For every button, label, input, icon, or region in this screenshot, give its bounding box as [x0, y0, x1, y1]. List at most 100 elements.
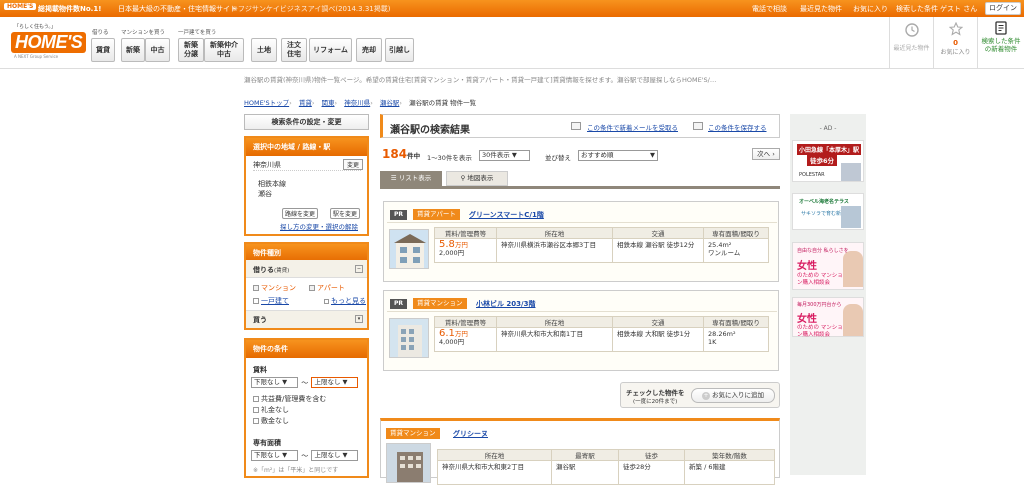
no-deposit-option[interactable]: 礼金なし [253, 405, 289, 415]
type-mansion[interactable]: マンション [253, 283, 296, 293]
nav-rent-button[interactable]: 賃貸 [91, 38, 115, 62]
favorites-button[interactable]: 0 お気に入り [933, 17, 977, 69]
saved-search-new-button[interactable]: 検索した条件の新着物件 [977, 17, 1024, 69]
breadcrumb-kanto[interactable]: 関東 [322, 99, 335, 107]
logo-sub: A NEXT Group Service [14, 54, 59, 59]
col-access: 交通 [612, 316, 704, 328]
breadcrumb-kanagawa[interactable]: 神奈川県 [344, 99, 370, 107]
breadcrumb-seya[interactable]: 瀬谷駅 [380, 99, 400, 107]
topbar-logo[interactable]: HOME'S [4, 3, 37, 10]
rent-category-label: 借りる(賃貸) [253, 266, 290, 274]
address: 神奈川県大和市大和東2丁目 [437, 460, 552, 485]
reset-search-link[interactable]: 探し方の変更・選択の解除 [280, 221, 358, 231]
area-max-select[interactable]: 上限なし ▼ [311, 450, 359, 461]
rent-min-select[interactable]: 下限なし ▼ [251, 377, 298, 388]
property-title-link[interactable]: 小林ビル 203/3階 [476, 299, 535, 309]
rent-max-select[interactable]: 上限なし ▼ [311, 377, 359, 388]
include-fee-option[interactable]: 共益費/管理費を含む [253, 394, 326, 404]
conditions-head: 物件の条件 [246, 340, 367, 358]
col-rent: 賃料/管理費等 [434, 227, 497, 239]
site-logo[interactable]: HOME'S [11, 32, 87, 53]
favorites-count: 0 [953, 39, 958, 47]
breadcrumb-top[interactable]: HOME'Sトップ [244, 99, 289, 107]
property-title-link[interactable]: グリーンスマートC/1階 [469, 210, 544, 220]
ad-title: 女性 [797, 261, 817, 272]
next-page-button[interactable]: 次へ › [752, 148, 780, 160]
nav-label-mansion: マンションを買う [121, 30, 166, 36]
col-area: 専有面積/間取り [703, 316, 769, 328]
nav-reform-button[interactable]: リフォーム [309, 38, 352, 62]
col-address: 所在地 [496, 316, 613, 328]
address: 神奈川県横浜市瀬谷区本郷3丁目 [496, 238, 613, 263]
tab-underline [380, 186, 780, 189]
more-types[interactable]: もっと見る [324, 296, 366, 306]
expand-icon[interactable]: ▾ [355, 315, 363, 323]
station-change-button[interactable]: 駅を変更 [330, 208, 361, 219]
management-fee: 4,000円 [439, 338, 465, 346]
ad-brand: 毎月300万円台から [797, 302, 842, 308]
saved-search-link[interactable]: 検索した条件 [896, 4, 938, 14]
building-age: 新築 / 6階建 [684, 460, 775, 485]
breadcrumb-current: 瀬谷駅の賃貸 物件一覧 [409, 99, 477, 107]
nav-new-mansion-button[interactable]: 新築 [121, 38, 145, 62]
property-photo[interactable] [389, 229, 429, 269]
ad-title: 女性 [797, 314, 817, 325]
add-favorites-button[interactable]: + お気に入りに追加 [691, 388, 775, 403]
property-title-link[interactable]: グリシーヌ [453, 429, 488, 439]
nav-custom-house-button[interactable]: 注文 住宅 [281, 38, 307, 62]
access: 相鉄本線 瀬谷駅 徒歩12分 [612, 238, 704, 263]
per-page-select[interactable]: 30件表示 ▼ [479, 150, 530, 161]
collapse-icon[interactable]: − [355, 265, 363, 273]
conditions-panel: 物件の条件 賃料 下限なし ▼ 〜 上限なし ▼ 共益費/管理費を含む 礼金なし… [244, 338, 369, 478]
phone-link[interactable]: 電話で相談 [752, 4, 787, 14]
recent-viewed-button[interactable]: 最近見た物件 [889, 17, 933, 69]
station: 瀬谷駅 [551, 460, 619, 485]
tab-list-view[interactable]: ☰ リスト表示 [380, 171, 442, 186]
save-search-link[interactable]: この条件を保存する [708, 122, 767, 132]
top-bar: HOME'S 総掲載物件数No.1! 日本最大級の不動産・住宅情報サイト ※フジ… [0, 0, 1024, 17]
ad-banner[interactable]: 小田急線「本厚木」駅 徒歩6分 POLESTAR [792, 140, 864, 182]
nav-used-house-button[interactable]: 新築仲介 中古 [204, 38, 244, 62]
bulk-favorite-box: チェックした物件を (一度に20件まで) + お気に入りに追加 [620, 382, 780, 408]
ad-title: オーベル海老名テラス [799, 199, 849, 205]
nav-land-button[interactable]: 土地 [251, 38, 277, 62]
breadcrumb-rent[interactable]: 賃貸 [299, 99, 312, 107]
table-row[interactable]: 神奈川県大和市大和東2丁目 瀬谷駅 徒歩28分 新築 / 6階建 [437, 460, 775, 485]
search-settings-button[interactable]: 検索条件の設定・変更 [244, 114, 369, 130]
property-photo[interactable] [386, 443, 431, 483]
sort-select[interactable]: おすすめ順 ▼ [578, 150, 658, 161]
rent-range: 下限なし ▼ 〜 上限なし ▼ [251, 377, 359, 388]
line-change-button[interactable]: 路線を変更 [282, 208, 319, 219]
favorite-link[interactable]: お気に入り [853, 4, 888, 14]
apartment-checkbox[interactable] [309, 285, 315, 291]
nav-sell-button[interactable]: 売却 [356, 38, 382, 62]
area-min-select[interactable]: 下限なし ▼ [251, 450, 298, 461]
ad-label: - AD - [819, 125, 837, 132]
login-button[interactable]: ログイン [985, 2, 1021, 15]
ad-banner[interactable]: 毎月300万円台から 女性 のための マンション購入相談会 [792, 297, 864, 338]
nav-used-mansion-button[interactable]: 中古 [145, 38, 170, 62]
ad-banner[interactable]: 自由な自分 私らしさを 女性 のための マンション購入相談会 [792, 242, 864, 290]
nav-moving-button[interactable]: 引越し [385, 38, 414, 62]
nav-new-house-button[interactable]: 新築 分譲 [178, 38, 204, 62]
mansion-checkbox[interactable] [253, 285, 259, 291]
new-mail-link[interactable]: この条件で新着メールを受取る [587, 122, 678, 132]
document-icon [995, 21, 1007, 35]
nav-label-rent: 借りる [92, 30, 109, 36]
col-rent: 賃料/管理費等 [434, 316, 497, 328]
table-row[interactable]: 5.8万円 2,000円 神奈川県横浜市瀬谷区本郷3丁目 相鉄本線 瀬谷駅 徒歩1… [434, 238, 769, 263]
results-range: 1〜30件を表示 [427, 154, 472, 162]
recent-link[interactable]: 最近見た物件 [800, 4, 842, 14]
tab-map-view[interactable]: ⚲ 地図表示 [446, 171, 508, 186]
address: 神奈川県大和市大和南1丁目 [496, 327, 613, 352]
ad-sub: のための マンション購入相談会 [797, 273, 843, 286]
no-key-money-option[interactable]: 敷金なし [253, 416, 289, 426]
ad-banner[interactable]: オーベル海老名テラス サキソラで育む新生活 [792, 193, 864, 230]
prefecture-change-button[interactable]: 変更 [343, 159, 364, 170]
type-apartment[interactable]: アパート [309, 283, 345, 293]
type-house[interactable]: 一戸建て [253, 296, 289, 306]
table-row[interactable]: 6.1万円 4,000円 神奈川県大和市大和南1丁目 相鉄本線 大和駅 徒歩1分 … [434, 327, 769, 352]
count-number: 184 [382, 147, 408, 161]
property-photo[interactable] [389, 318, 429, 358]
house-checkbox[interactable] [253, 298, 259, 304]
